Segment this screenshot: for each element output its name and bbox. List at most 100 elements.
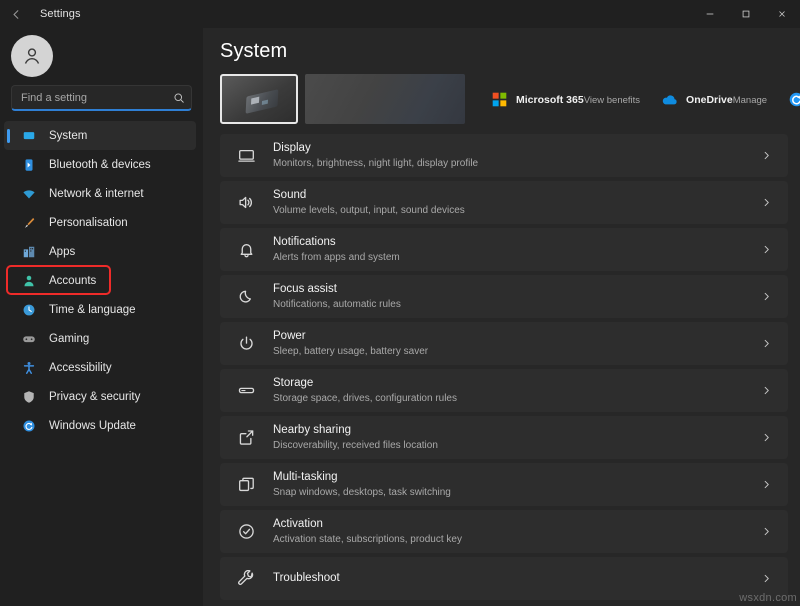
settings-row-subtitle: Sleep, battery usage, battery saver: [273, 345, 761, 358]
update-icon: [20, 418, 38, 434]
sidebar-item-accessibility[interactable]: Accessibility: [4, 353, 196, 382]
sidebar-item-apps[interactable]: Apps: [4, 237, 196, 266]
settings-row-title: Power: [273, 329, 761, 344]
settings-row-display[interactable]: DisplayMonitors, brightness, night light…: [220, 134, 788, 177]
close-button[interactable]: [764, 0, 800, 28]
minimize-button[interactable]: [692, 0, 728, 28]
settings-row-title: Troubleshoot: [273, 571, 761, 586]
monitor-icon: [235, 146, 257, 166]
sidebar-item-label: Accessibility: [49, 362, 112, 374]
search-input[interactable]: [21, 92, 173, 104]
user-avatar-icon[interactable]: [11, 35, 53, 77]
page-title: System: [211, 28, 788, 63]
gamepad-icon: [20, 331, 38, 347]
sidebar-nav-list: System Bluetooth & devices Network & inter…: [0, 121, 203, 606]
device-thumbnail[interactable]: [220, 74, 298, 124]
settings-row-title: Display: [273, 141, 761, 156]
chevron-right-icon[interactable]: [761, 432, 775, 443]
chevron-right-icon[interactable]: [761, 150, 775, 161]
sidebar-item-label: Apps: [49, 246, 75, 258]
sidebar-item-label: Windows Update: [49, 420, 136, 432]
settings-row-subtitle: Storage space, drives, configuration rul…: [273, 392, 761, 405]
settings-row-title: Storage: [273, 376, 761, 391]
shield-icon: [20, 389, 38, 405]
chevron-right-icon[interactable]: [761, 197, 775, 208]
chevron-right-icon[interactable]: [761, 385, 775, 396]
settings-row-power[interactable]: PowerSleep, battery usage, battery saver: [220, 322, 788, 365]
settings-row-notifications[interactable]: NotificationsAlerts from apps and system: [220, 228, 788, 271]
watermark: wsxdn.com: [739, 592, 797, 604]
settings-row-subtitle: Notifications, automatic rules: [273, 298, 761, 311]
main-content: System Microsoft 365View benefits OneDriv…: [203, 28, 800, 606]
settings-row-title: Nearby sharing: [273, 423, 761, 438]
settings-row-title: Sound: [273, 188, 761, 203]
hero-strip: Microsoft 365View benefits OneDriveManage…: [211, 63, 788, 134]
settings-row-title: Focus assist: [273, 282, 761, 297]
maximize-button[interactable]: [728, 0, 764, 28]
bell-icon: [235, 240, 257, 260]
service-windows-update[interactable]: Windows UpdateLast checked: 1 minute ago: [787, 89, 800, 109]
apps-icon: [20, 244, 38, 260]
accessibility-icon: [20, 360, 38, 376]
sidebar-item-gaming[interactable]: Gaming: [4, 324, 196, 353]
settings-row-focus-assist[interactable]: Focus assistNotifications, automatic rul…: [220, 275, 788, 318]
sidebar-item-label: Accounts: [49, 275, 96, 287]
settings-row-nearby-sharing[interactable]: Nearby sharingDiscoverability, received …: [220, 416, 788, 459]
device-banner: [305, 74, 465, 124]
service-subtitle[interactable]: Manage: [733, 95, 767, 106]
sidebar-item-bluetooth-devices[interactable]: Bluetooth & devices: [4, 150, 196, 179]
sidebar-item-label: Gaming: [49, 333, 89, 345]
sidebar-item-network-internet[interactable]: Network & internet: [4, 179, 196, 208]
settings-window: Settings: [0, 0, 800, 606]
windows-update-icon: [787, 90, 800, 109]
avatar-container[interactable]: [0, 31, 203, 85]
sidebar-item-personalisation[interactable]: Personalisation: [4, 208, 196, 237]
search-box[interactable]: [11, 85, 192, 111]
settings-row-list: DisplayMonitors, brightness, night light…: [211, 134, 788, 600]
settings-row-subtitle: Snap windows, desktops, task switching: [273, 486, 761, 499]
sidebar-item-label: System: [49, 130, 87, 142]
service-onedrive[interactable]: OneDriveManage: [660, 89, 767, 109]
sidebar-item-privacy-security[interactable]: Privacy & security: [4, 382, 196, 411]
settings-row-troubleshoot[interactable]: Troubleshoot: [220, 557, 788, 600]
search-icon[interactable]: [173, 92, 185, 104]
chevron-right-icon[interactable]: [761, 573, 775, 584]
system-icon: [20, 128, 38, 144]
window-title: Settings: [40, 8, 81, 20]
chevron-right-icon[interactable]: [761, 526, 775, 537]
sidebar-item-label: Network & internet: [49, 188, 144, 200]
service-title: Microsoft 365: [516, 94, 584, 106]
window-body: System Bluetooth & devices Network & inter…: [0, 28, 800, 606]
sidebar-item-system[interactable]: System: [4, 121, 196, 150]
sidebar-item-time-language[interactable]: Time & language: [4, 295, 196, 324]
share-icon: [235, 428, 257, 448]
sidebar: System Bluetooth & devices Network & inter…: [0, 28, 203, 606]
sidebar-item-windows-update[interactable]: Windows Update: [4, 411, 196, 440]
service-microsoft-365[interactable]: Microsoft 365View benefits: [490, 89, 640, 109]
power-icon: [235, 334, 257, 354]
microsoft-365-icon: [490, 90, 509, 109]
settings-row-subtitle: Activation state, subscriptions, product…: [273, 533, 761, 546]
chevron-right-icon[interactable]: [761, 338, 775, 349]
settings-row-activation[interactable]: ActivationActivation state, subscription…: [220, 510, 788, 553]
settings-row-subtitle: Monitors, brightness, night light, displ…: [273, 157, 761, 170]
settings-row-multi-tasking[interactable]: Multi-taskingSnap windows, desktops, tas…: [220, 463, 788, 506]
chevron-right-icon[interactable]: [761, 479, 775, 490]
service-subtitle[interactable]: View benefits: [584, 95, 640, 106]
multitask-icon: [235, 475, 257, 495]
sidebar-item-accounts[interactable]: Accounts: [4, 266, 196, 295]
accounts-icon: [20, 273, 38, 289]
hero-services: Microsoft 365View benefits OneDriveManage…: [490, 89, 800, 109]
check-circle-icon: [235, 522, 257, 542]
chevron-right-icon[interactable]: [761, 244, 775, 255]
settings-row-sound[interactable]: SoundVolume levels, output, input, sound…: [220, 181, 788, 224]
back-arrow-icon[interactable]: [0, 0, 32, 28]
storage-icon: [235, 381, 257, 401]
device-wallpaper-art: [246, 89, 279, 114]
service-title: OneDrive: [686, 94, 733, 106]
speaker-icon: [235, 193, 257, 213]
chevron-right-icon[interactable]: [761, 291, 775, 302]
settings-row-storage[interactable]: StorageStorage space, drives, configurat…: [220, 369, 788, 412]
paintbrush-icon: [20, 215, 38, 231]
settings-row-title: Activation: [273, 517, 761, 532]
